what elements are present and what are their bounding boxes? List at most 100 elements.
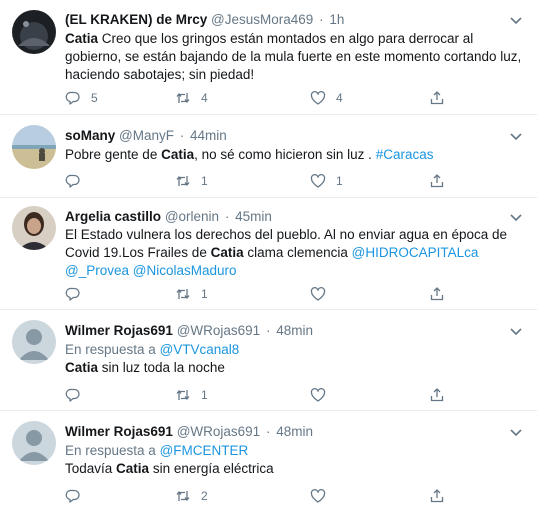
keyword-highlight: Catia (210, 245, 244, 260)
like-button[interactable]: 4 (310, 89, 343, 107)
timestamp[interactable]: 48min (276, 323, 313, 338)
tweet-link[interactable]: #Caracas (376, 147, 434, 162)
reply-prefix: En respuesta a (65, 443, 160, 458)
reply-button[interactable] (65, 172, 91, 190)
reply-icon (65, 173, 81, 189)
reply-button[interactable] (65, 487, 91, 505)
reply-context: En respuesta a @FMCENTER (65, 442, 248, 459)
share-button[interactable] (429, 172, 445, 190)
retweet-count: 1 (201, 388, 208, 402)
like-count: 4 (336, 91, 343, 105)
like-button[interactable] (310, 487, 336, 505)
tweet-actions: 2 (65, 487, 455, 505)
tweet-header: Wilmer Rojas691 @WRojas691 · 48min (65, 423, 507, 440)
user-handle[interactable]: @WRojas691 (177, 323, 261, 338)
timestamp[interactable]: 1h (329, 12, 344, 27)
user-handle[interactable]: @ManyF (119, 128, 174, 143)
share-icon (429, 387, 445, 403)
display-name[interactable]: Wilmer Rojas691 (65, 424, 173, 439)
tweet-text-segment: sin energía eléctrica (149, 461, 274, 476)
heart-icon (310, 488, 326, 504)
reply-handle-link[interactable]: @VTVcanal8 (160, 342, 240, 357)
like-button[interactable] (310, 386, 336, 404)
avatar[interactable] (12, 206, 56, 250)
avatar[interactable] (12, 125, 56, 169)
chevron-down-icon[interactable] (509, 425, 523, 439)
separator-dot: · (265, 323, 271, 338)
share-button[interactable] (429, 487, 445, 505)
avatar[interactable] (12, 10, 56, 54)
separator-dot: · (319, 12, 324, 27)
share-icon (429, 488, 445, 504)
share-button[interactable] (429, 285, 445, 303)
retweet-icon (175, 488, 191, 504)
like-button[interactable]: 1 (310, 172, 343, 190)
timestamp[interactable]: 44min (190, 128, 227, 143)
display-name[interactable]: (EL KRAKEN) de Mrcy (65, 12, 207, 27)
reply-button[interactable] (65, 285, 91, 303)
reply-handle-link[interactable]: @FMCENTER (160, 443, 249, 458)
tweet-link[interactable]: @HIDROCAPITALca (352, 245, 479, 260)
retweet-count: 4 (201, 91, 208, 105)
tweet-text-segment: sin luz toda la noche (98, 360, 225, 375)
tweet-link[interactable]: @NicolasMaduro (133, 263, 237, 278)
retweet-count: 1 (201, 174, 208, 188)
share-icon (429, 286, 445, 302)
reply-icon (65, 90, 81, 106)
tweet-link[interactable]: @_Provea (65, 263, 129, 278)
display-name[interactable]: Argelia castillo (65, 209, 161, 224)
tweet[interactable]: Wilmer Rojas691 @WRojas691 · 48min En re… (0, 411, 537, 516)
tweet-actions: 1 (65, 386, 455, 404)
share-icon (429, 90, 445, 106)
reply-context: En respuesta a @VTVcanal8 (65, 341, 239, 358)
display-name[interactable]: Wilmer Rojas691 (65, 323, 173, 338)
share-button[interactable] (429, 386, 445, 404)
keyword-highlight: Catia (161, 147, 195, 162)
chevron-down-icon[interactable] (509, 210, 523, 224)
tweet-text: Pobre gente de Catia, no sé como hiciero… (65, 146, 523, 164)
retweet-button[interactable]: 1 (175, 386, 208, 404)
user-handle[interactable]: @JesusMora469 (211, 12, 313, 27)
reply-button[interactable] (65, 386, 91, 404)
keyword-highlight: Catia (116, 461, 150, 476)
tweet[interactable]: (EL KRAKEN) de Mrcy @JesusMora469 · 1h C… (0, 0, 537, 115)
tweet-header: Argelia castillo @orlenin · 45min (65, 208, 507, 225)
avatar[interactable] (12, 320, 56, 364)
chevron-down-icon[interactable] (509, 129, 523, 143)
reply-button[interactable]: 5 (65, 89, 98, 107)
retweet-button[interactable]: 1 (175, 285, 208, 303)
tweet[interactable]: Wilmer Rojas691 @WRojas691 · 48min En re… (0, 310, 537, 411)
heart-icon (310, 387, 326, 403)
tweet[interactable]: soMany @ManyF · 44min Pobre gente de Cat… (0, 115, 537, 198)
tweet-header: soMany @ManyF · 44min (65, 127, 507, 144)
tweet-text-segment: Todavía (65, 461, 117, 476)
timestamp[interactable]: 45min (235, 209, 272, 224)
retweet-icon (175, 286, 191, 302)
user-handle[interactable]: @WRojas691 (177, 424, 261, 439)
chevron-down-icon[interactable] (509, 324, 523, 338)
avatar[interactable] (12, 421, 56, 465)
timestamp[interactable]: 48min (276, 424, 313, 439)
display-name[interactable]: soMany (65, 128, 115, 143)
like-button[interactable] (310, 285, 336, 303)
tweet-actions: 1 (65, 285, 455, 303)
reply-count: 5 (91, 91, 98, 105)
retweet-button[interactable]: 4 (175, 89, 208, 107)
tweet-text: Catia sin luz toda la noche (65, 359, 523, 377)
retweet-button[interactable]: 1 (175, 172, 208, 190)
retweet-button[interactable]: 2 (175, 487, 208, 505)
tweet-header: (EL KRAKEN) de Mrcy @JesusMora469 · 1h (65, 11, 507, 28)
tweet-text-segment: clama clemencia (243, 245, 352, 260)
chevron-down-icon[interactable] (509, 13, 523, 27)
retweet-icon (175, 173, 191, 189)
tweet-text: El Estado vulnera los derechos del puebl… (65, 226, 523, 280)
tweet-text: Catia Creo que los gringos están montado… (65, 30, 523, 84)
tweet-actions: 11 (65, 172, 455, 190)
user-handle[interactable]: @orlenin (165, 209, 219, 224)
share-button[interactable] (429, 89, 445, 107)
retweet-count: 1 (201, 287, 208, 301)
tweet[interactable]: Argelia castillo @orlenin · 45min El Est… (0, 198, 537, 310)
tweet-text-segment: Pobre gente de (65, 147, 162, 162)
reply-icon (65, 488, 81, 504)
tweet-actions: 5 4 4 (65, 89, 455, 107)
